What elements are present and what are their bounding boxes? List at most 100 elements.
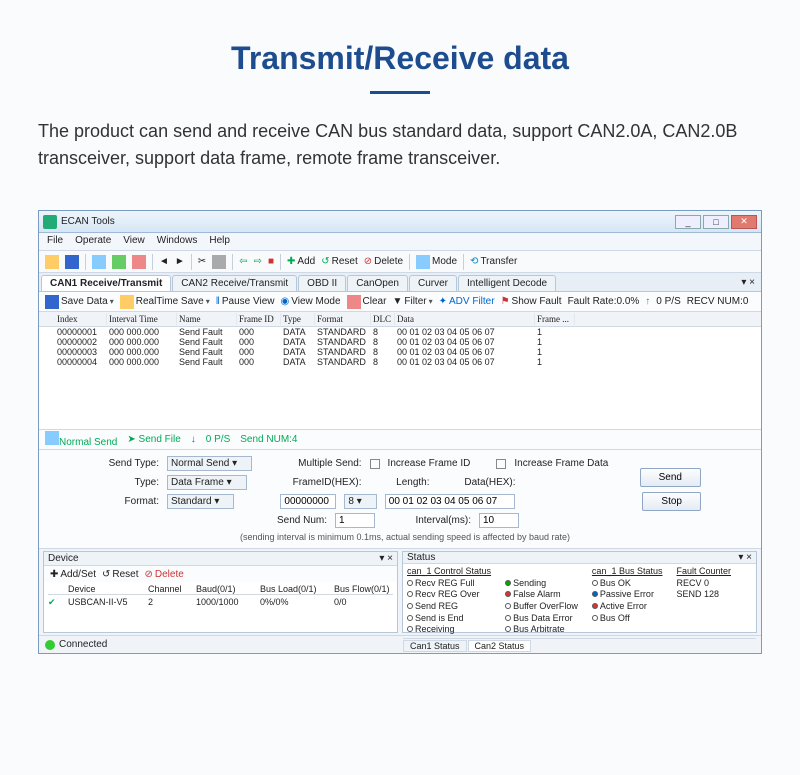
pause-view-button[interactable]: ‖Pause View [216,296,275,307]
dev-reset-button[interactable]: ↺ Reset [102,569,139,580]
tab-decode[interactable]: Intelligent Decode [458,275,556,291]
multi-label: Multiple Send: [298,458,361,469]
normal-send-button[interactable]: Normal Send [45,431,117,448]
frameid-input[interactable] [280,494,336,509]
grid-header: IndexInterval TimeNameFrame IDTypeFormat… [39,312,761,327]
delete-button[interactable]: ⊘Delete [362,255,405,268]
menu-operate[interactable]: Operate [75,235,111,248]
menu-windows[interactable]: Windows [157,235,198,248]
clear-button[interactable]: Clear [347,295,387,309]
menu-file[interactable]: File [47,235,63,248]
table-row[interactable]: 00000001000 000.000Send Fault000DATASTAN… [39,327,761,337]
maximize-button[interactable]: □ [703,215,729,229]
connected-label: Connected [59,639,107,650]
save-data-button[interactable]: Save Data▾ [45,295,114,309]
sendtype-select[interactable]: Normal Send ▾ [167,456,252,471]
tab-can1[interactable]: CAN1 Receive/Transmit [41,275,171,291]
main-toolbar: ◄ ► ✂ ⇦ ⇨ ■ ✚Add ↺Reset ⊘Delete Mode ⟲Tr… [39,251,761,273]
sendnum-input[interactable] [335,513,375,528]
view-mode-button[interactable]: ◉View Mode [281,296,341,307]
data-label: Data(HEX): [456,477,516,488]
arrow-down-icon: ↓ [191,434,196,445]
device-card: Device▾ × ✚ Add/Set ↺ Reset ⊘ Delete Dev… [43,551,398,633]
can2-status-tab[interactable]: Can2 Status [468,640,532,652]
tool-edit-icon[interactable] [210,254,228,270]
stop-button[interactable]: Stop [642,492,701,511]
tab-can2[interactable]: CAN2 Receive/Transmit [172,275,297,291]
mode-button[interactable]: Mode [414,254,459,270]
interval-note: (sending interval is minimum 0.1ms, actu… [99,532,711,542]
table-row[interactable]: 00000003000 000.000Send Fault000DATASTAN… [39,347,761,357]
inc-framedata-label: Increase Frame Data [514,458,608,469]
menubar: File Operate View Windows Help [39,233,761,251]
tool-stop-icon[interactable]: ■ [266,255,276,268]
tool-prev-icon[interactable]: ◄ [157,255,171,268]
send-num-label: Send NUM:4 [240,434,297,445]
status-pin-icon[interactable]: ▾ × [738,552,752,563]
table-row[interactable]: 00000004000 000.000Send Fault000DATASTAN… [39,357,761,367]
tabs-options-icon[interactable]: ▾ × [735,275,761,291]
device-row[interactable]: ✔ USBCAN-II-V5 2 1000/1000 0%/0% 0/0 [48,597,393,608]
menu-view[interactable]: View [123,235,145,248]
type-select[interactable]: Data Frame ▾ [167,475,247,490]
length-select[interactable]: 8 ▾ [344,494,376,509]
transfer-button[interactable]: ⟲Transfer [468,255,519,268]
dev-delete-button[interactable]: ⊘ Delete [145,569,184,580]
tab-canopen[interactable]: CanOpen [347,275,408,291]
frameid-label: FrameID(HEX): [293,477,362,488]
tool-clear-icon[interactable] [130,254,148,270]
inc-frameid-label: Increase Frame ID [388,458,471,469]
status-title: Status [407,552,435,563]
send-toolbar: Normal Send ➤ Send File ↓ 0 P/S Send NUM… [39,430,761,450]
minimize-button[interactable]: _ [675,215,701,229]
tool-open-icon[interactable] [43,254,61,270]
sendnum-label: Send Num: [267,515,327,526]
connected-icon [45,640,55,650]
page-title: Transmit/Receive data [38,40,762,77]
arrow-up-icon: ↑ [645,296,650,307]
interval-input[interactable] [479,513,519,528]
data-input[interactable] [385,494,515,509]
device-title: Device [48,553,79,564]
sendtype-label: Send Type: [99,458,159,469]
send-file-button[interactable]: ➤ Send File [127,434,180,445]
tool-refresh-icon[interactable] [110,254,128,270]
close-button[interactable]: ✕ [731,215,757,229]
app-title: ECAN Tools [61,216,115,227]
tab-curver[interactable]: Curver [409,275,457,291]
type-label: Type: [99,477,159,488]
table-row[interactable]: 00000002000 000.000Send Fault000DATASTAN… [39,337,761,347]
channel-tabs: CAN1 Receive/Transmit CAN2 Receive/Trans… [39,273,761,292]
send-button[interactable]: Send [640,468,701,487]
tool-next-icon[interactable]: ► [173,255,187,268]
title-rule [370,91,430,94]
tool-out-icon[interactable]: ⇨ [252,255,264,268]
filter-button[interactable]: ▼Filter▾ [392,296,432,307]
realtime-save-button[interactable]: RealTime Save▾ [120,295,210,309]
interval-label: Interval(ms): [411,515,471,526]
tool-cut-icon[interactable]: ✂ [196,255,208,268]
reset-button[interactable]: ↺Reset [319,255,360,268]
inc-framedata-checkbox[interactable] [496,459,506,469]
ps-label: 0 P/S [656,296,680,307]
inc-frameid-checkbox[interactable] [370,459,380,469]
show-fault-button[interactable]: ⚑Show Fault [501,296,562,307]
tool-save-icon[interactable] [63,254,81,270]
menu-help[interactable]: Help [209,235,230,248]
tab-obd[interactable]: OBD II [298,275,346,291]
dev-add-button[interactable]: ✚ Add/Set [50,569,96,580]
device-pin-icon[interactable]: ▾ × [379,553,393,564]
tool-group-icon[interactable] [90,254,108,270]
status-card: Status▾ × can_1 Control Status Recv REG … [402,551,757,633]
can1-status-tab[interactable]: Can1 Status [403,640,467,652]
format-select[interactable]: Standard ▾ [167,494,234,509]
view-toolbar: Save Data▾ RealTime Save▾ ‖Pause View ◉V… [39,292,761,312]
fault-rate-label: Fault Rate:0.0% [568,296,640,307]
adv-filter-button[interactable]: ✦ ADV Filter [439,296,495,307]
send-ps-label: 0 P/S [206,434,230,445]
data-grid[interactable]: IndexInterval TimeNameFrame IDTypeFormat… [39,312,761,430]
tool-in-icon[interactable]: ⇦ [237,255,249,268]
add-button[interactable]: ✚Add [285,255,317,268]
app-window: ECAN Tools _ □ ✕ File Operate View Windo… [38,210,762,654]
length-label: Length: [370,477,430,488]
